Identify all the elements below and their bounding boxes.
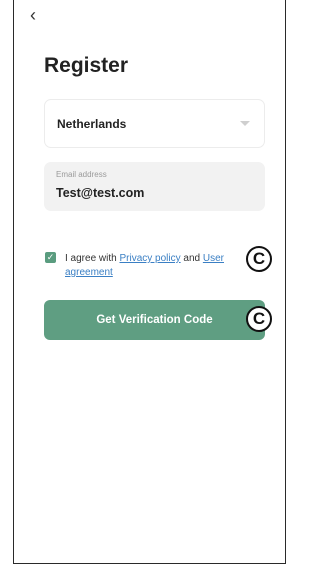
email-field[interactable]: Email address Test@test.com (44, 162, 265, 211)
callout-marker: C (246, 306, 272, 332)
checkmark-icon: ✓ (46, 252, 55, 262)
callout-marker: C (246, 246, 272, 272)
country-select[interactable]: Netherlands (44, 99, 265, 148)
agreement-middle: and (180, 253, 203, 264)
email-value: Test@test.com (56, 186, 145, 200)
get-verification-code-button[interactable]: Get Verification Code (44, 300, 265, 340)
agreement-text: I agree with Privacy policy and User agr… (65, 252, 243, 280)
agreement-prefix: I agree with (65, 253, 120, 264)
chevron-down-icon (240, 121, 250, 126)
agree-checkbox[interactable]: ✓ (45, 252, 56, 263)
phone-frame (13, 0, 286, 564)
email-label: Email address (56, 170, 107, 179)
privacy-policy-link[interactable]: Privacy policy (119, 253, 180, 264)
back-icon[interactable]: ‹ (30, 6, 36, 24)
page-title: Register (44, 54, 129, 77)
country-value: Netherlands (57, 117, 127, 131)
